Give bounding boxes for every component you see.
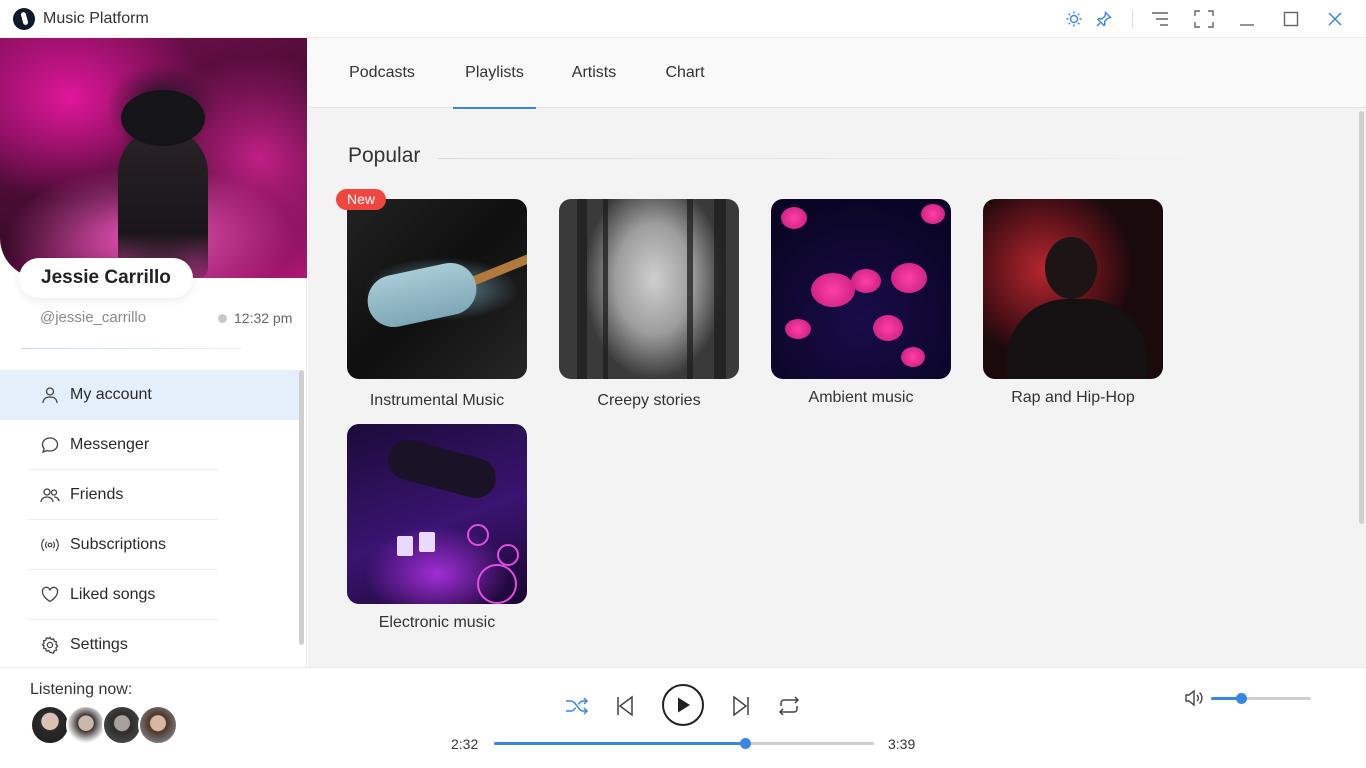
sidebar-menu: My account Messenger Friends Subscriptio… [0,370,300,670]
next-icon[interactable] [728,693,754,719]
sidebar-item-settings[interactable]: Settings [0,620,300,670]
sidebar-item-label: Settings [70,636,128,653]
playlist-card-rap[interactable]: Rap and Hip-Hop [983,199,1163,406]
elapsed-time: 2:32 [451,736,479,752]
playlist-cover[interactable] [983,199,1163,379]
playlist-cover[interactable] [347,199,527,379]
close-icon[interactable] [1325,9,1345,29]
playlist-cover[interactable] [559,199,739,379]
status-dot [218,314,227,323]
pin-icon[interactable] [1094,9,1114,29]
progress-thumb[interactable] [739,738,751,749]
sidebar-item-messenger[interactable]: Messenger [0,420,300,470]
tab-bar: Podcasts Playlists Artists Chart [308,38,1366,109]
app-title: Music Platform [43,10,149,27]
progress-slider[interactable] [494,738,874,749]
titlebar-separator [1132,10,1133,28]
main-scrollbar[interactable] [1359,111,1364,524]
avatar[interactable] [66,705,106,745]
tab-chart[interactable]: Chart [664,38,706,108]
avatar[interactable] [138,705,178,745]
gear-icon [40,635,60,655]
section-divider [438,158,1258,159]
volume-thumb[interactable] [1236,693,1247,704]
repeat-icon[interactable] [776,693,802,719]
player-bar: Listening now: 2:32 3:39 [0,667,1366,768]
volume-slider[interactable] [1211,693,1311,704]
progress-fill [494,742,745,745]
profile-cover-image [0,38,307,278]
heart-icon [40,585,60,605]
friends-icon [40,485,60,505]
status-time: 12:32 pm [234,310,293,326]
app-logo-icon [13,8,35,30]
avatar[interactable] [102,705,142,745]
sidebar-item-label: Friends [70,486,124,503]
profile-handle: @jessie_carrillo [40,309,147,326]
playlist-cover[interactable] [347,424,527,604]
volume-icon[interactable] [1183,688,1205,708]
playlist-card-electronic[interactable]: Electronic music [347,424,527,631]
playlist-card-instrumental[interactable]: Instrumental Music [347,199,527,409]
profile-name: Jessie Carrillo [19,258,193,298]
playlist-card-ambient[interactable]: Ambient music [771,199,951,406]
chat-bubble-icon [40,435,60,455]
sidebar-item-label: Liked songs [70,586,156,603]
playlist-title[interactable]: Electronic music [327,614,547,632]
tab-playlists[interactable]: Playlists [453,38,536,109]
playlist-card-creepy[interactable]: Creepy stories [559,199,739,409]
total-time: 3:39 [888,736,916,752]
playlist-title[interactable]: Rap and Hip-Hop [963,389,1183,407]
sidebar-item-liked-songs[interactable]: Liked songs [0,570,300,620]
play-icon[interactable] [662,684,704,726]
playlist-title[interactable]: Ambient music [751,389,971,407]
broadcast-icon [40,535,60,555]
tab-artists[interactable]: Artists [569,38,619,108]
fullscreen-icon[interactable] [1194,9,1214,29]
listening-now-label: Listening now: [30,681,133,698]
sidebar-item-label: My account [70,386,152,403]
title-bar: Music Platform [0,0,1366,38]
tab-podcasts[interactable]: Podcasts [347,38,417,108]
sidebar-item-label: Subscriptions [70,536,167,553]
minimize-icon[interactable] [1237,9,1257,29]
sun-icon[interactable] [1064,9,1084,29]
playlist-title[interactable]: Instrumental Music [327,392,547,410]
main-content: Podcasts Playlists Artists Chart Popular… [308,38,1366,667]
sidebar-item-subscriptions[interactable]: Subscriptions [0,520,300,570]
previous-icon[interactable] [612,693,638,719]
sidebar: Jessie Carrillo @jessie_carrillo 12:32 p… [0,38,307,667]
section-title: Popular [348,144,421,167]
avatar[interactable] [30,705,70,745]
sidebar-item-friends[interactable]: Friends [0,470,300,520]
playlist-cover[interactable] [771,199,951,379]
playlist-title[interactable]: Creepy stories [539,392,759,410]
shuffle-icon[interactable] [564,693,590,719]
sidebar-item-my-account[interactable]: My account [0,370,300,420]
maximize-icon[interactable] [1281,9,1301,29]
profile-divider [21,348,241,349]
user-icon [40,385,60,405]
menu-lines-icon[interactable] [1150,9,1170,29]
sidebar-scrollbar[interactable] [299,370,304,645]
new-badge: New [336,189,387,210]
sidebar-item-label: Messenger [70,436,150,453]
